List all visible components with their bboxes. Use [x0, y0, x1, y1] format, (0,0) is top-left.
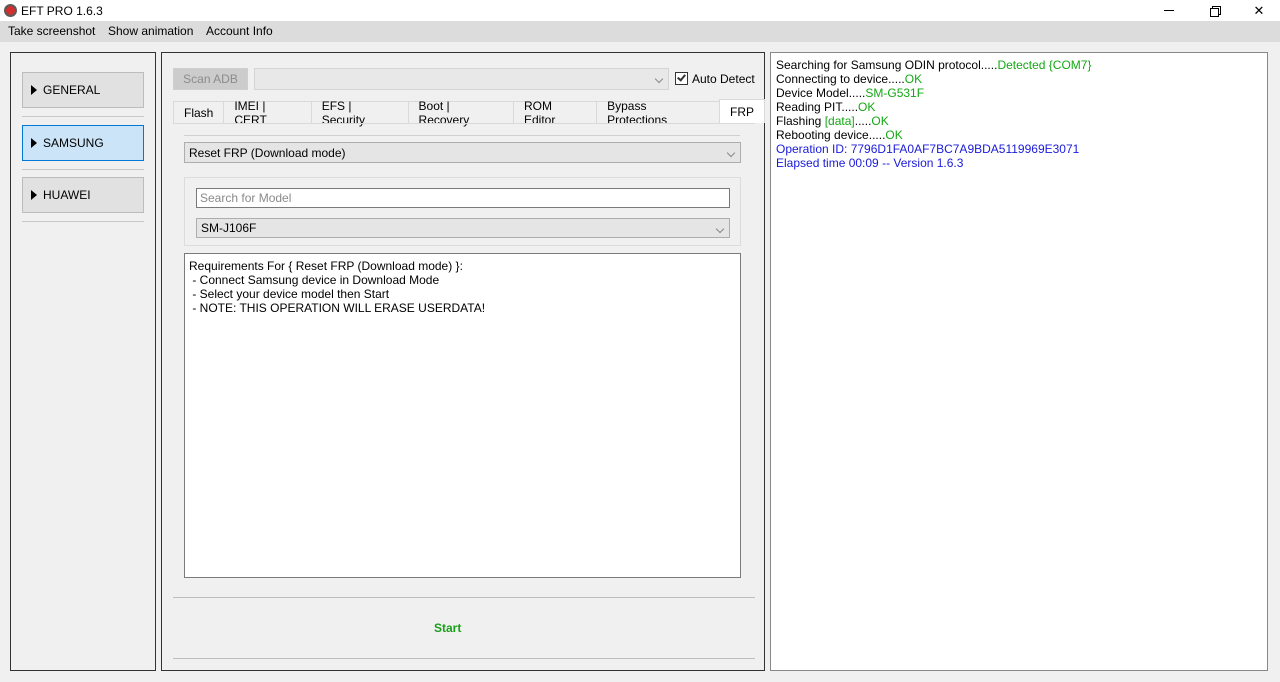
app-logo-icon: [4, 4, 17, 17]
brand-nav-panel: GENERAL SAMSUNG HUAWEI: [10, 52, 156, 671]
expand-arrow-icon: [31, 190, 37, 200]
nav-general-button[interactable]: GENERAL: [22, 72, 144, 108]
tab-bypass-protections[interactable]: Bypass Protections: [596, 99, 720, 127]
nav-huawei-label: HUAWEI: [43, 188, 91, 202]
tab-efs-security[interactable]: EFS | Security: [310, 99, 409, 127]
divider: [22, 116, 144, 117]
expand-arrow-icon: [31, 85, 37, 95]
log-line: Flashing [data].....OK: [776, 114, 1262, 128]
log-text: Reading PIT.....: [776, 100, 859, 114]
start-button[interactable]: Start: [434, 621, 461, 635]
tab-frp[interactable]: FRP: [718, 99, 765, 123]
window-title: EFT PRO 1.6.3: [21, 4, 103, 18]
model-group: SM-J106F: [184, 177, 741, 246]
nav-samsung-label: SAMSUNG: [43, 136, 104, 150]
log-status: SM-G531F: [865, 86, 925, 100]
divider: [173, 658, 755, 659]
log-status: OK: [885, 128, 903, 142]
tab-rom-editor[interactable]: ROM Editor: [512, 99, 598, 127]
restore-button[interactable]: [1192, 0, 1238, 21]
scan-adb-button[interactable]: Scan ADB: [173, 68, 248, 90]
chevron-down-icon: [654, 74, 664, 84]
auto-detect-label[interactable]: Auto Detect: [692, 72, 755, 86]
log-text: Rebooting device.....: [776, 128, 886, 142]
log-line-elapsed-time: Elapsed time 00:09 -- Version 1.6.3: [776, 156, 964, 170]
log-panel[interactable]: Searching for Samsung ODIN protocol.....…: [770, 52, 1268, 671]
divider: [173, 597, 755, 598]
minimize-button[interactable]: [1146, 0, 1192, 21]
minimize-icon: [1164, 10, 1174, 11]
log-text: Searching for Samsung ODIN protocol.....: [776, 58, 998, 72]
checkmark-icon: [677, 72, 686, 82]
log-line-operation-id: Operation ID: 7796D1FA0AF7BC7A9BDA511996…: [776, 142, 1080, 156]
expand-arrow-icon: [31, 138, 37, 148]
nav-samsung-button[interactable]: SAMSUNG: [22, 125, 144, 161]
log-text: Connecting to device.....: [776, 72, 905, 86]
requirements-line: - Select your device model then Start: [189, 287, 390, 301]
log-line: Searching for Samsung ODIN protocol.....…: [776, 58, 1262, 72]
divider: [173, 123, 755, 124]
log-status: Detected {COM7}: [997, 58, 1092, 72]
nav-huawei-button[interactable]: HUAWEI: [22, 177, 144, 213]
restore-icon: [1210, 6, 1221, 17]
divider: [22, 169, 144, 170]
nav-general-label: GENERAL: [43, 83, 101, 97]
frp-mode-select[interactable]: Reset FRP (Download mode): [184, 142, 741, 163]
requirements-textbox[interactable]: Requirements For { Reset FRP (Download m…: [184, 253, 741, 578]
log-text: Device Model.....: [776, 86, 866, 100]
chevron-down-icon: [715, 224, 725, 234]
menu-take-screenshot[interactable]: Take screenshot: [8, 24, 95, 38]
log-status: OK: [871, 114, 889, 128]
close-icon: ✕: [1253, 2, 1265, 18]
tab-flash[interactable]: Flash: [173, 101, 225, 123]
tab-boot-recovery[interactable]: Boot | Recovery: [407, 99, 514, 127]
log-text: Flashing: [776, 114, 825, 128]
model-select[interactable]: SM-J106F: [196, 218, 730, 238]
log-status: OK: [904, 72, 923, 86]
menu-bar: Take screenshot Show animation Account I…: [0, 21, 1280, 42]
title-bar: EFT PRO 1.6.3 ✕: [0, 0, 1280, 21]
tab-imei-cert[interactable]: IMEI | CERT: [223, 99, 312, 127]
log-dots: .....: [854, 114, 872, 128]
menu-account-info[interactable]: Account Info: [206, 24, 273, 38]
requirements-line: - Connect Samsung device in Download Mod…: [189, 273, 440, 287]
requirements-line: - NOTE: THIS OPERATION WILL ERASE USERDA…: [189, 301, 486, 315]
divider: [22, 221, 144, 222]
search-model-input[interactable]: [196, 188, 730, 208]
operation-panel: Scan ADB Auto Detect Flash IMEI | CERT E…: [161, 52, 765, 671]
log-line: Rebooting device.....OK: [776, 128, 1262, 142]
divider: [184, 135, 740, 136]
menu-show-animation[interactable]: Show animation: [108, 24, 193, 38]
auto-detect-checkbox[interactable]: [675, 72, 688, 85]
port-select[interactable]: [254, 68, 669, 90]
close-button[interactable]: ✕: [1236, 0, 1280, 21]
tab-bar: Flash IMEI | CERT EFS | Security Boot | …: [173, 99, 765, 127]
chevron-down-icon: [726, 148, 736, 158]
log-line: Connecting to device.....OK: [776, 72, 1262, 86]
log-status: OK: [858, 100, 876, 114]
requirements-line: Requirements For { Reset FRP (Download m…: [189, 259, 463, 273]
frp-mode-value: Reset FRP (Download mode): [189, 145, 346, 160]
log-tag: [data]: [824, 114, 855, 128]
log-line: Device Model.....SM-G531F: [776, 86, 1262, 100]
model-value: SM-J106F: [201, 221, 257, 235]
log-line: Reading PIT.....OK: [776, 100, 1262, 114]
